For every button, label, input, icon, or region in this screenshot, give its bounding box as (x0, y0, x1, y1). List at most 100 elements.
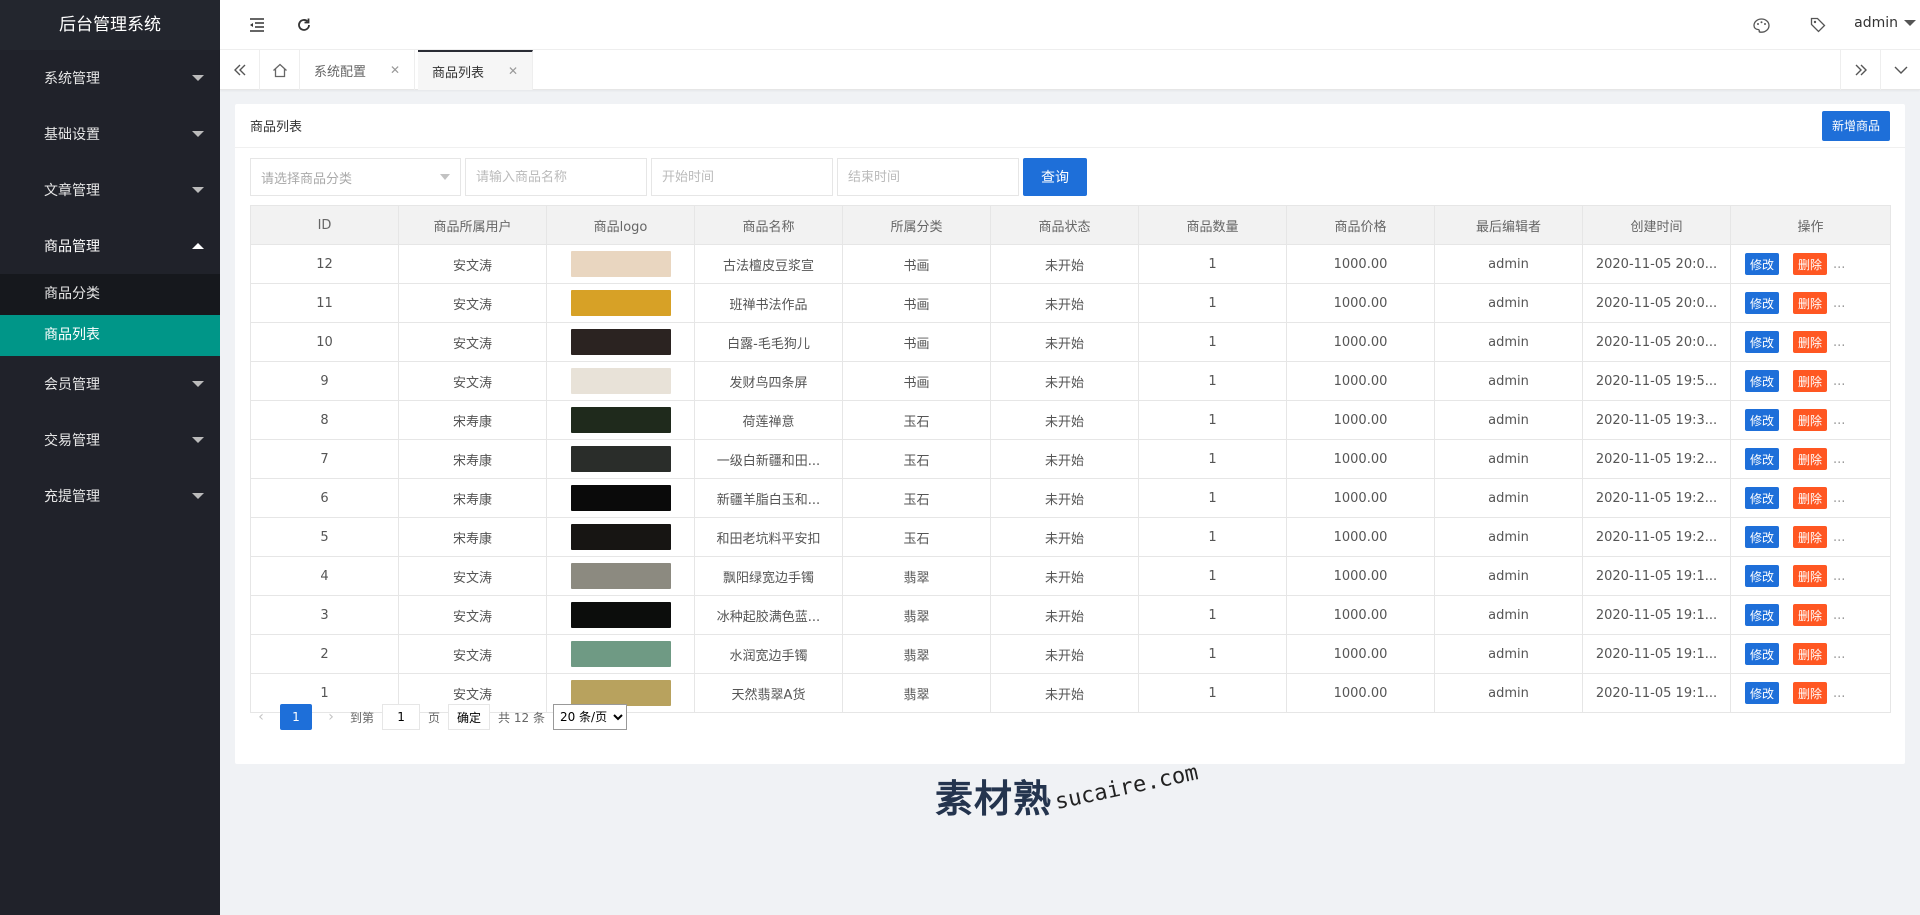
close-icon[interactable]: ✕ (508, 64, 518, 78)
end-date-input[interactable] (848, 169, 1008, 185)
home-icon[interactable] (260, 50, 300, 90)
sidebar-item-basic-settings[interactable]: 基础设置 (0, 106, 220, 162)
user-menu[interactable]: admin (1854, 15, 1916, 31)
cell-category: 翡翠 (842, 556, 991, 596)
goto-page-input[interactable] (382, 704, 421, 730)
query-button[interactable]: 查询 (1023, 158, 1087, 196)
delete-button[interactable]: 删除 (1793, 565, 1828, 587)
cell-actions: 修改 删除... (1730, 556, 1891, 596)
delete-button[interactable]: 删除 (1793, 253, 1828, 275)
cell-category: 玉石 (842, 439, 991, 479)
prev-page-icon[interactable]: ‹ (250, 709, 272, 725)
edit-button[interactable]: 修改 (1745, 643, 1780, 665)
cell-price: 1000.00 (1286, 595, 1435, 635)
delete-button[interactable]: 删除 (1793, 643, 1828, 665)
palette-icon[interactable] (1750, 14, 1772, 36)
edit-button[interactable]: 修改 (1745, 526, 1780, 548)
cell-created: 2020-11-05 19:1... (1582, 595, 1731, 635)
product-logo-image (570, 563, 671, 589)
refresh-icon[interactable] (293, 14, 315, 36)
goto-confirm-button[interactable]: 确定 (448, 704, 491, 730)
cell-category: 书画 (842, 361, 991, 401)
tabs-scroll-left-icon[interactable] (220, 50, 260, 90)
cell-price: 1000.00 (1286, 322, 1435, 362)
cell-qty: 1 (1138, 673, 1287, 713)
product-table: ID 商品所属用户 商品logo 商品名称 所属分类 商品状态 商品数量 商品价… (250, 205, 1891, 713)
cell-editor: admin (1434, 400, 1583, 440)
edit-button[interactable]: 修改 (1745, 331, 1780, 353)
sidebar-item-system[interactable]: 系统管理 (0, 50, 220, 106)
sidebar-item-deposit-withdraw[interactable]: 充提管理 (0, 468, 220, 524)
cell-created: 2020-11-05 19:5... (1582, 361, 1731, 401)
sidebar-subitem-product-category[interactable]: 商品分类 (0, 274, 220, 315)
cell-name: 白露-毛毛狗儿 (694, 322, 843, 362)
edit-button[interactable]: 修改 (1745, 682, 1780, 704)
sidebar-subitem-product-list[interactable]: 商品列表 (0, 315, 220, 356)
page-button-current[interactable]: 1 (280, 704, 312, 730)
app-title: 后台管理系统 (0, 0, 220, 50)
cell-price: 1000.00 (1286, 634, 1435, 674)
cell-editor: admin (1434, 322, 1583, 362)
delete-button[interactable]: 删除 (1793, 604, 1828, 626)
cell-price: 1000.00 (1286, 244, 1435, 284)
close-icon[interactable]: ✕ (390, 63, 400, 77)
sidebar-item-trades[interactable]: 交易管理 (0, 412, 220, 468)
tabs-menu-chevron-down-icon[interactable] (1880, 50, 1920, 90)
cell-created: 2020-11-05 19:1... (1582, 634, 1731, 674)
sidebar-item-members[interactable]: 会员管理 (0, 356, 220, 412)
product-logo-image (570, 407, 671, 433)
cell-editor: admin (1434, 361, 1583, 401)
delete-button[interactable]: 删除 (1793, 487, 1828, 509)
tabs-scroll-right-icon[interactable] (1840, 50, 1880, 90)
cell-status: 未开始 (990, 556, 1139, 596)
tag-icon[interactable] (1807, 14, 1829, 36)
start-date-input[interactable] (662, 169, 822, 185)
next-page-icon[interactable]: › (320, 709, 342, 725)
cell-created: 2020-11-05 19:1... (1582, 673, 1731, 713)
cell-editor: admin (1434, 439, 1583, 479)
cell-status: 未开始 (990, 673, 1139, 713)
edit-button[interactable]: 修改 (1745, 370, 1780, 392)
edit-button[interactable]: 修改 (1745, 565, 1780, 587)
tabs-bar: 系统配置 ✕ 商品列表 ✕ (220, 50, 1920, 90)
delete-button[interactable]: 删除 (1793, 292, 1828, 314)
cell-status: 未开始 (990, 400, 1139, 440)
username: admin (1854, 15, 1898, 31)
delete-button[interactable]: 删除 (1793, 409, 1828, 431)
cell-user: 安文涛 (398, 322, 547, 362)
sidebar-item-articles[interactable]: 文章管理 (0, 162, 220, 218)
delete-button[interactable]: 删除 (1793, 370, 1828, 392)
column-header: ID (250, 205, 399, 245)
edit-button[interactable]: 修改 (1745, 448, 1780, 470)
cell-status: 未开始 (990, 283, 1139, 323)
cell-id: 5 (250, 517, 399, 557)
tab-product-list[interactable]: 商品列表 ✕ (418, 50, 534, 90)
cell-qty: 1 (1138, 322, 1287, 362)
cell-price: 1000.00 (1286, 400, 1435, 440)
cell-qty: 1 (1138, 556, 1287, 596)
page-size-select[interactable]: 20 条/页 (552, 704, 627, 730)
cell-id: 3 (250, 595, 399, 635)
edit-button[interactable]: 修改 (1745, 487, 1780, 509)
menu-fold-icon[interactable] (246, 14, 268, 36)
tab-system-config[interactable]: 系统配置 ✕ (300, 50, 416, 90)
cell-id: 7 (250, 439, 399, 479)
cell-actions: 修改 删除... (1730, 439, 1891, 479)
cell-editor: admin (1434, 283, 1583, 323)
edit-button[interactable]: 修改 (1745, 604, 1780, 626)
tab-label: 商品列表 (432, 65, 485, 81)
delete-button[interactable]: 删除 (1793, 682, 1828, 704)
product-logo-image (570, 251, 671, 277)
cell-status: 未开始 (990, 244, 1139, 284)
sidebar-item-products[interactable]: 商品管理 (0, 218, 220, 274)
edit-button[interactable]: 修改 (1745, 409, 1780, 431)
edit-button[interactable]: 修改 (1745, 253, 1780, 275)
row-actions: 修改 删除... (1741, 448, 1880, 470)
category-select[interactable]: 请选择商品分类 (250, 158, 461, 196)
product-name-input[interactable] (476, 169, 636, 185)
delete-button[interactable]: 删除 (1793, 526, 1828, 548)
add-product-button[interactable]: 新增商品 (1821, 110, 1890, 141)
delete-button[interactable]: 删除 (1793, 448, 1828, 470)
delete-button[interactable]: 删除 (1793, 331, 1828, 353)
edit-button[interactable]: 修改 (1745, 292, 1780, 314)
